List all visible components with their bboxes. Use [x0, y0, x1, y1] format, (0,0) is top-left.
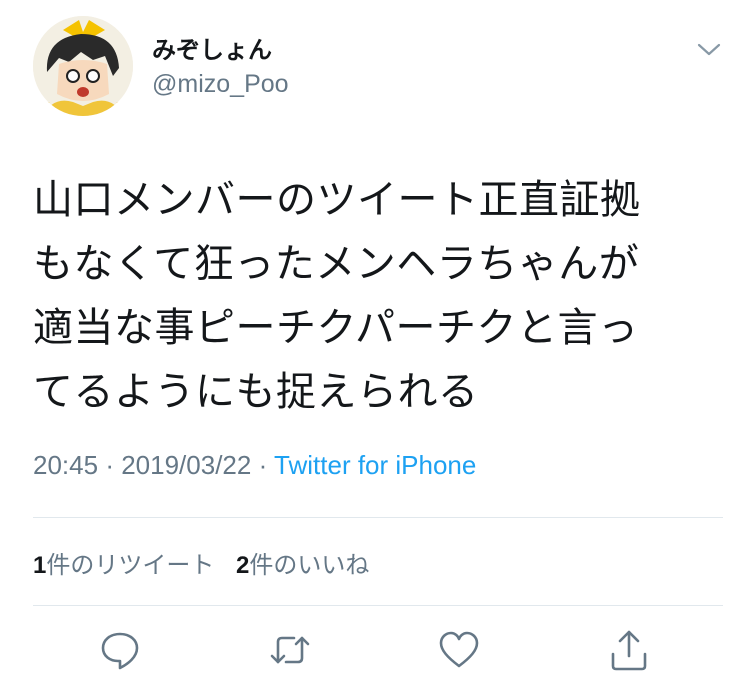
like-count-value: 2 — [236, 552, 250, 579]
retweet-count[interactable]: 1件のリツイート — [33, 551, 214, 579]
display-name[interactable]: みぞしょん — [152, 30, 272, 65]
meta-separator: · — [258, 450, 268, 480]
avatar-image — [33, 16, 133, 116]
reply-button[interactable] — [98, 628, 142, 672]
tweet-time: 20:45 — [33, 450, 99, 480]
tweet-stats: 1件のリツイート 2件のいいね — [33, 545, 369, 580]
tweet-text-line: もなくて狂ったメンヘラちゃんが — [33, 241, 640, 287]
like-button[interactable] — [437, 628, 481, 672]
reply-icon — [101, 632, 139, 670]
heart-icon — [439, 631, 479, 668]
tweet-metadata: 20:45 · 2019/03/22 · Twitter for iPhone — [33, 450, 476, 481]
share-icon — [611, 630, 647, 671]
divider — [33, 517, 723, 518]
chevron-down-icon — [697, 43, 721, 56]
retweet-count-label: 件のリツイート — [46, 551, 215, 579]
tweet-date: 2019/03/22 — [121, 450, 252, 480]
retweet-count-value: 1 — [33, 552, 47, 579]
more-options-button[interactable] — [694, 40, 724, 60]
like-count-label: 件のいいね — [249, 551, 370, 579]
tweet-text-line: 適当な事ピーチクパーチクと言っ — [33, 305, 639, 351]
retweet-button[interactable] — [268, 628, 312, 672]
retweet-icon — [270, 636, 310, 664]
tweet-text-line: 山口メンバーのツイート正直証拠 — [33, 177, 641, 223]
tweet-text: 山口メンバーのツイート正直証拠 もなくて狂ったメンヘラちゃんが 適当な事ピーチク… — [33, 168, 723, 424]
like-count[interactable]: 2件のいいね — [236, 551, 369, 579]
avatar[interactable] — [33, 16, 133, 116]
share-button[interactable] — [607, 628, 651, 672]
tweet-source-link[interactable]: Twitter for iPhone — [274, 450, 476, 480]
meta-separator: · — [105, 450, 114, 480]
divider — [33, 605, 723, 606]
action-bar — [0, 628, 750, 672]
tweet-text-line: てるようにも捉えられる — [33, 369, 479, 415]
user-handle[interactable]: @mizo_Poo — [152, 70, 289, 99]
